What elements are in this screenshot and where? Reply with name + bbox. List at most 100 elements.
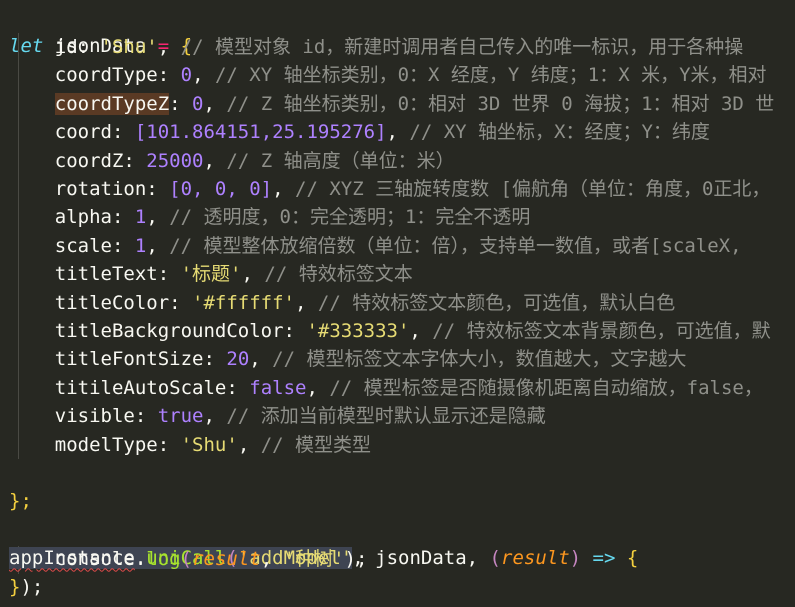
colon: : [123,149,147,172]
property-value: true [157,405,204,428]
console-dot: . [134,548,147,570]
property-comment: // 模型标签是否随摄像机距离自动缩放，false， [329,376,763,399]
colon: : [169,291,193,314]
colon: : [283,320,307,342]
property-comment: // 模型类型 [260,433,372,456]
comma: , [409,320,433,342]
comma: , [203,92,227,115]
colon: : [111,234,135,257]
comma: , [146,234,170,257]
property-comment: // XYZ 三轴旋转度数 [偏航角（单位：角度，0正北， [295,178,771,200]
comma: , [386,121,410,144]
property-line: coordType: 0, // XY 轴坐标类别，0：X 经度，Y 纬度；1：… [9,61,767,89]
comma: , [272,178,296,200]
array-value: [101.864151,25.195276] [134,121,387,144]
property-line: visible: true, // 添加当前模型时默认显示还是隐藏 [9,402,546,430]
property-line: id: 'Shu', // 模型对象 id，新建时调用者自己传入的唯一标识，用于… [9,33,744,61]
property-line: titleColor: '#ffffff', // 特效标签文本颜色，可选值，默… [9,289,675,317]
array-value: [0, 0, 0] [169,178,273,200]
colon: : [169,92,193,115]
colon: : [157,263,181,286]
property-key: coordType [54,64,158,87]
colon: : [134,405,158,428]
property-comment: // Z 轴坐标类别，0：相对 3D 世界 0 海拔；1：相对 3D 世 [226,92,775,115]
property-value: '#ffffff' [192,291,295,314]
property-comment: // 特效标签文本 [264,263,413,286]
property-comment: // 模型对象 id，新建时调用者自己传入的唯一标识，用于各种操 [180,36,744,58]
property-comment: // 添加当前模型时默认显示还是隐藏 [226,405,546,428]
final-close-brace: } [9,576,21,598]
code-line-1: let jsonData = { [9,4,192,57]
property-line: alpha: 1, // 透明度，0：完全透明；1：完全不透明 [9,203,531,231]
comma: , [241,263,265,286]
property-line: rotation: [0, 0, 0], // XYZ 三轴旋转度数 [偏航角（… [9,175,771,203]
comma: , [192,64,215,87]
property-key: titileAutoScale [54,376,227,399]
code-line-20: console.log(result, '种树'); [9,545,368,573]
property-value: 'Shu' [180,433,238,456]
property-comment: // 模型整体放缩倍数（单位：倍），支持单一数值，或者[scaleX, [169,234,742,257]
code-editor[interactable]: let jsonData = { id: 'Shu', // 模型对象 id，新… [0,0,795,607]
log-param: result [192,548,261,570]
log-open-paren: ( [180,548,193,570]
code-line-19: appInstance.uniCall('addModel', jsonData… [9,516,638,570]
property-key: rotation [54,178,147,200]
log-method: log [146,548,181,570]
property-line: coord: [101.864151,25.195276], // XY 轴坐标… [9,118,710,146]
property-value: 0 [180,64,193,87]
property-key: coordZ [54,149,124,172]
property-key: titleText [54,263,158,286]
property-value: 1 [134,234,147,257]
property-line: scale: 1, // 模型整体放缩倍数（单位：倍），支持单一数值，或者[sc… [9,232,742,260]
log-close: ); [344,548,368,570]
comma: , [157,36,181,58]
colon: : [146,178,170,200]
colon: : [203,348,227,371]
callback-open-brace: { [626,547,639,570]
property-key: modelType [54,433,158,456]
log-string: '种树' [283,548,345,570]
property-comment: // 特效标签文本颜色，可选值，默认白色 [317,291,676,314]
property-value: 25000 [146,149,204,172]
code-line-17: }; [9,459,32,512]
property-comment: // 特效标签文本背景颜色，可选值，默 [432,320,771,342]
property-key: scale [54,234,112,257]
comma: , [295,291,318,314]
property-line: coordTypeZ: 0, // Z 轴坐标类别，0：相对 3D 世界 0 海… [9,90,774,118]
console-object: console [54,548,135,570]
callback-param: result [501,547,570,570]
property-comment: // Z 轴高度（单位：米） [226,149,455,172]
close-brace: }; [9,490,32,513]
property-key: coord [54,121,112,144]
log-comma: , [260,548,273,570]
property-key: visible [54,405,135,428]
comma: , [237,433,261,456]
property-line: titleBackgroundColor: '#333333', // 特效标签… [9,317,771,345]
comma: , [203,149,227,172]
property-value: false [249,376,307,399]
property-value: '#333333' [306,320,410,342]
colon: : [77,36,101,58]
property-line: titleText: '标题', // 特效标签文本 [9,260,413,288]
property-key: id [54,36,78,58]
final-close-rest: ); [20,576,44,598]
arrow-operator: => [592,547,616,570]
comma: , [203,405,227,428]
property-comment: // XY 轴坐标，X：经度；Y：纬度 [409,121,710,144]
colon: : [157,64,181,87]
property-value: 20 [226,348,250,371]
property-key: coordTypeZ [54,92,170,115]
call-comma-2: , [466,547,479,570]
comma: , [249,348,273,371]
property-line: titleFontSize: 20, // 模型标签文本字体大小，数值越大，文字… [9,345,687,373]
property-key: titleColor [54,291,170,314]
code-line-21: }); [9,573,43,601]
property-comment: // XY 轴坐标类别，0：X 经度，Y 纬度；1：X 米，Y米，相对 [214,64,767,87]
property-line: coordZ: 25000, // Z 轴高度（单位：米） [9,147,455,175]
property-key: alpha [54,206,112,229]
property-comment: // 透明度，0：完全透明；1：完全不透明 [169,206,531,229]
colon: : [111,206,135,229]
property-key: titleBackgroundColor [54,320,284,342]
property-value: '标题' [180,263,242,286]
property-line: titileAutoScale: false, // 模型标签是否随摄像机距离自… [9,374,763,402]
